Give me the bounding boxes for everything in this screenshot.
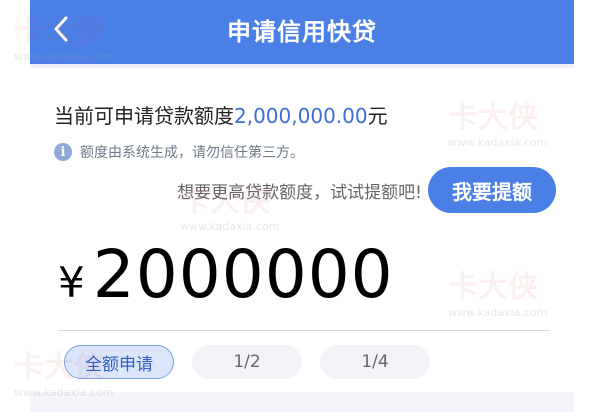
system-notice: i 额度由系统生成，请勿信任第三方。 bbox=[54, 142, 304, 162]
raise-limit-button[interactable]: 我要提额 bbox=[428, 167, 556, 213]
half-amount-chip[interactable]: 1/2 bbox=[192, 345, 302, 379]
watermark: 卡大侠www.kadaxia.com bbox=[448, 270, 548, 319]
raise-limit-prompt: 想要更高贷款额度，试试提额吧! bbox=[177, 183, 422, 203]
watermark: 卡大侠www.kadaxia.com bbox=[448, 100, 548, 149]
title-bar: 申请信用快贷 bbox=[30, 0, 574, 64]
quarter-amount-chip[interactable]: 1/4 bbox=[320, 345, 430, 379]
full-amount-chip[interactable]: 全额申请 bbox=[64, 345, 174, 379]
loan-amount-field[interactable]: ¥ 2000000 bbox=[58, 236, 394, 313]
limit-amount: 2,000,000.00 bbox=[234, 104, 368, 128]
available-limit: 当前可申请贷款额度2,000,000.00元 bbox=[54, 100, 388, 129]
bottom-band bbox=[30, 392, 574, 412]
amount-ratio-options: 全额申请 1/2 1/4 bbox=[64, 345, 448, 379]
notice-text: 额度由系统生成，请勿信任第三方。 bbox=[80, 145, 304, 161]
info-icon: i bbox=[54, 143, 72, 161]
header-shadow bbox=[30, 64, 574, 68]
divider bbox=[58, 330, 550, 331]
page-title: 申请信用快贷 bbox=[227, 18, 377, 46]
limit-unit: 元 bbox=[367, 104, 388, 128]
limit-prefix: 当前可申请贷款额度 bbox=[54, 104, 234, 128]
loan-amount-input[interactable]: 2000000 bbox=[93, 236, 394, 313]
currency-symbol: ¥ bbox=[58, 258, 85, 307]
